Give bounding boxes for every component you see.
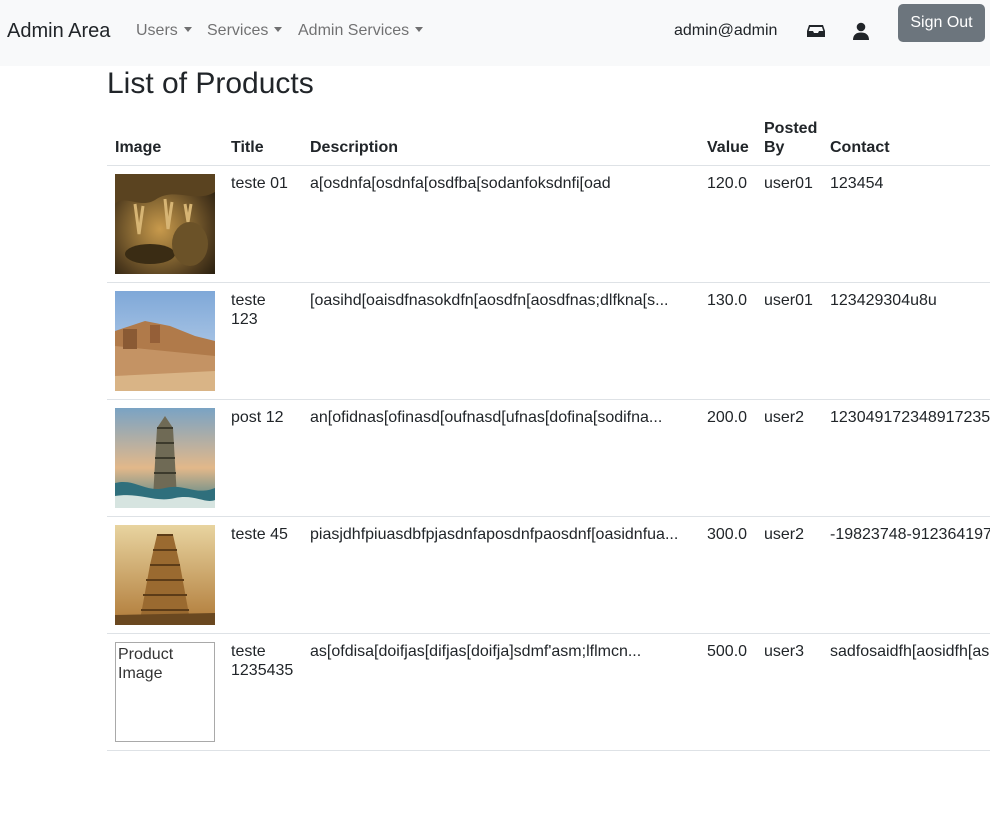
description-cell: piasjdhfpiuasdbfpjasdnfaposdnfpaosdnf[oa… xyxy=(302,516,699,634)
header-posted-by: Posted By xyxy=(756,116,822,166)
sign-out-button[interactable]: Sign Out xyxy=(898,4,985,42)
image-cell xyxy=(107,399,223,517)
value-cell: 500.0 xyxy=(699,633,756,751)
services-dropdown[interactable]: Services xyxy=(207,20,283,42)
title-cell: teste 45 xyxy=(223,516,302,634)
header-contact: Contact xyxy=(822,116,990,166)
value-cell: 200.0 xyxy=(699,399,756,517)
value-cell: 130.0 xyxy=(699,282,756,400)
table-row[interactable]: post 12 an[ofidnas[ofinasd[oufnasd[ufnas… xyxy=(107,399,990,517)
users-menu-label: Users xyxy=(136,22,178,39)
description-cell: a[osdnfa[osdnfa[osdfba[sodanfoksdnfi[oad xyxy=(302,165,699,283)
brand-title[interactable]: Admin Area xyxy=(7,18,110,44)
image-cell xyxy=(107,165,223,283)
image-alt-text: Product Image xyxy=(118,646,174,682)
posted-by-cell: user3 xyxy=(756,633,822,751)
header-image: Image xyxy=(107,116,223,166)
posted-by-cell: user2 xyxy=(756,516,822,634)
description-cell: as[ofdisa[doifjas[difjas[doifja]sdmf'asm… xyxy=(302,633,699,751)
users-dropdown[interactable]: Users xyxy=(136,20,192,42)
inbox-icon[interactable] xyxy=(806,21,826,41)
image-cell xyxy=(107,282,223,400)
description-cell: an[ofidnas[ofinasd[oufnasd[ufnas[dofina[… xyxy=(302,399,699,517)
product-image-ruins[interactable] xyxy=(115,291,215,391)
header-title: Title xyxy=(223,116,302,166)
products-table: Image Title Description Value Posted By … xyxy=(107,116,990,751)
header-description: Description xyxy=(302,116,699,166)
product-image-babel[interactable] xyxy=(115,525,215,625)
posted-by-cell: user01 xyxy=(756,282,822,400)
value-cell: 120.0 xyxy=(699,165,756,283)
admin-services-dropdown[interactable]: Admin Services xyxy=(298,20,424,42)
chevron-down-icon xyxy=(415,27,424,32)
title-cell: teste 123 xyxy=(223,282,302,400)
posted-by-cell: user01 xyxy=(756,165,822,283)
page-title: List of Products xyxy=(107,67,314,100)
description-cell: [oasihd[oaisdfnasokdfn[aosdfn[aosdfnas;d… xyxy=(302,282,699,400)
title-cell: teste 01 xyxy=(223,165,302,283)
title-cell: post 12 xyxy=(223,399,302,517)
table-row[interactable]: teste 45 piasjdhfpiuasdbfpjasdnfaposdnfp… xyxy=(107,516,990,634)
services-menu-label: Services xyxy=(207,22,269,39)
user-icon[interactable] xyxy=(851,21,871,41)
table-row[interactable]: Product Image teste 1235435 as[ofdisa[do… xyxy=(107,633,990,751)
image-cell: Product Image xyxy=(107,633,223,751)
user-email: admin@admin xyxy=(674,22,778,39)
header-value: Value xyxy=(699,116,756,166)
product-image-cave[interactable] xyxy=(115,174,215,274)
product-image-tower[interactable] xyxy=(115,408,215,508)
value-cell: 300.0 xyxy=(699,516,756,634)
title-cell: teste 1235435 xyxy=(223,633,302,751)
contact-cell: -19823748-912364197 xyxy=(822,516,990,634)
top-navbar: Admin Area Users Services Admin Services… xyxy=(0,0,990,66)
posted-by-cell: user2 xyxy=(756,399,822,517)
contact-cell: 123429304u8u xyxy=(822,282,990,400)
admin-services-menu-label: Admin Services xyxy=(298,22,410,39)
contact-cell: sadfosaidfh[aosidfh[as xyxy=(822,633,990,751)
contact-cell: 123049172348917235 xyxy=(822,399,990,517)
chevron-down-icon xyxy=(183,27,192,32)
table-header-row: Image Title Description Value Posted By … xyxy=(107,116,990,166)
broken-product-image[interactable]: Product Image xyxy=(115,642,215,742)
chevron-down-icon xyxy=(274,27,283,32)
table-row[interactable]: teste 123 [oasihd[oaisdfnasokdfn[aosdfn[… xyxy=(107,282,990,400)
table-row[interactable]: teste 01 a[osdnfa[osdnfa[osdfba[sodanfok… xyxy=(107,165,990,283)
contact-cell: 123454 xyxy=(822,165,990,283)
image-cell xyxy=(107,516,223,634)
products-table-container: Image Title Description Value Posted By … xyxy=(107,116,990,751)
